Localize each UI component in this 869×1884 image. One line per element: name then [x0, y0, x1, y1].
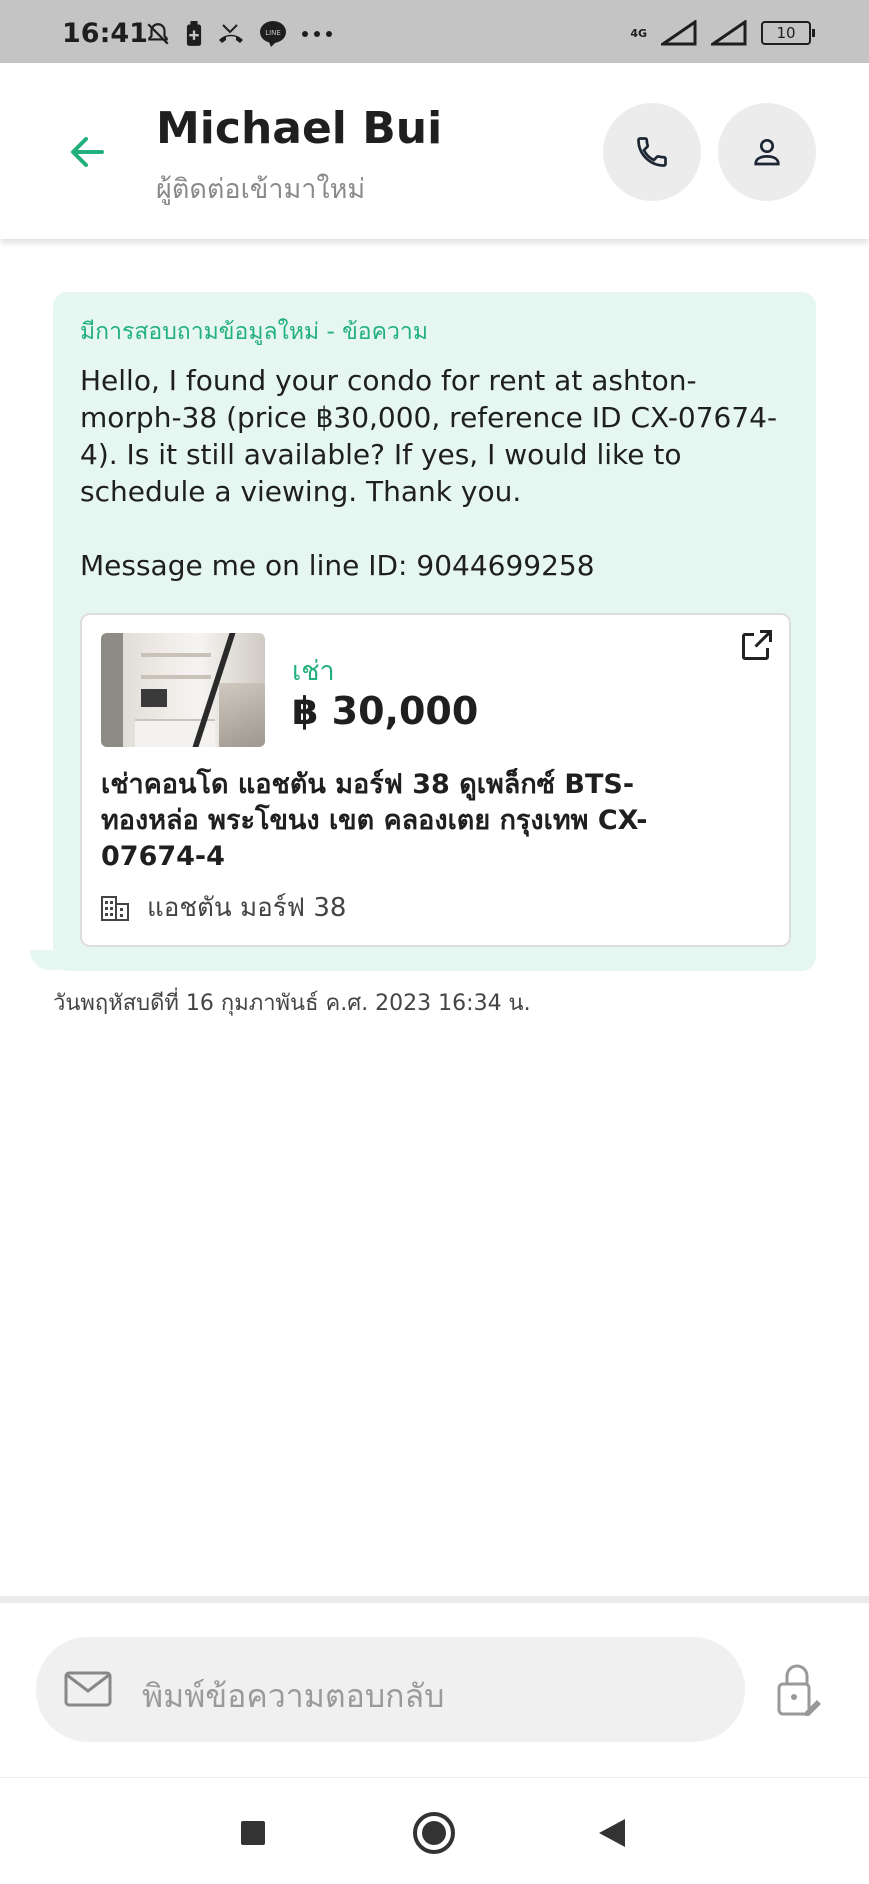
building-icon [101, 895, 129, 921]
message-body: Hello, I found your condo for rent at as… [80, 364, 778, 582]
message-title: มีการสอบถามข้อมูลใหม่ - ข้อความ [80, 319, 428, 345]
open-external-icon[interactable] [739, 627, 775, 663]
listing-type: เช่า [292, 656, 335, 687]
message-timestamp: วันพฤหัสบดีที่ 16 กุมภาพันธ์ ค.ศ. 2023 1… [53, 991, 531, 1016]
chat-header: Michael Bui ผู้ติดต่อเข้ามาใหม่ [0, 63, 869, 239]
listing-thumbnail [101, 633, 265, 747]
battery-level: 10 [776, 24, 796, 42]
phone-icon [637, 137, 667, 167]
missed-call-icon [219, 24, 243, 43]
more-dots-icon [302, 31, 332, 37]
mail-icon [64, 1671, 112, 1707]
battery-icon: 10 [761, 21, 815, 45]
listing-title: เช่าคอนโด แอชตัน มอร์ฟ 38 ดูเพล็กซ์ BTS-… [101, 769, 648, 872]
contact-subtitle: ผู้ติดต่อเข้ามาใหม่ [156, 174, 366, 205]
signal-icon-2 [711, 20, 747, 46]
battery-saver-icon [186, 21, 202, 46]
back-button[interactable] [588, 1808, 638, 1858]
back-arrow-icon[interactable] [62, 127, 112, 177]
message-bubble: มีการสอบถามข้อมูลใหม่ - ข้อความ Hello, I… [53, 292, 816, 971]
lock-edit-icon[interactable] [775, 1662, 823, 1718]
status-bar: 16:41 LINE 4G 10 [0, 0, 869, 63]
back-triangle-icon [599, 1819, 625, 1847]
reply-input[interactable]: พิมพ์ข้อความตอบกลับ [36, 1637, 745, 1742]
profile-button[interactable] [718, 103, 816, 201]
call-button[interactable] [603, 103, 701, 201]
listing-price: ฿ 30,000 [292, 689, 479, 733]
home-circle-icon [413, 1812, 455, 1854]
notifications-off-icon [147, 23, 169, 45]
person-icon [754, 138, 780, 166]
reply-placeholder: พิมพ์ข้อความตอบกลับ [142, 1677, 445, 1715]
svg-text:LINE: LINE [265, 29, 281, 37]
status-system-icons: 4G 10 [630, 20, 815, 46]
signal-icon [661, 20, 697, 46]
line-app-icon: LINE [260, 21, 286, 47]
listing-card[interactable]: เช่า ฿ 30,000 เช่าคอนโด แอชตัน มอร์ฟ 38 … [80, 613, 791, 947]
contact-name: Michael Bui [156, 103, 443, 154]
home-button[interactable] [409, 1808, 459, 1858]
network-type: 4G [630, 26, 647, 40]
system-nav-bar [0, 1777, 869, 1884]
composer-divider [0, 1596, 869, 1603]
listing-location-label: แอชตัน มอร์ฟ 38 [147, 893, 347, 923]
status-time: 16:41 [62, 18, 148, 49]
listing-location: แอชตัน มอร์ฟ 38 [101, 887, 346, 928]
recents-button[interactable] [228, 1808, 278, 1858]
recents-square-icon [241, 1821, 265, 1845]
status-notification-icons: LINE [145, 20, 333, 48]
